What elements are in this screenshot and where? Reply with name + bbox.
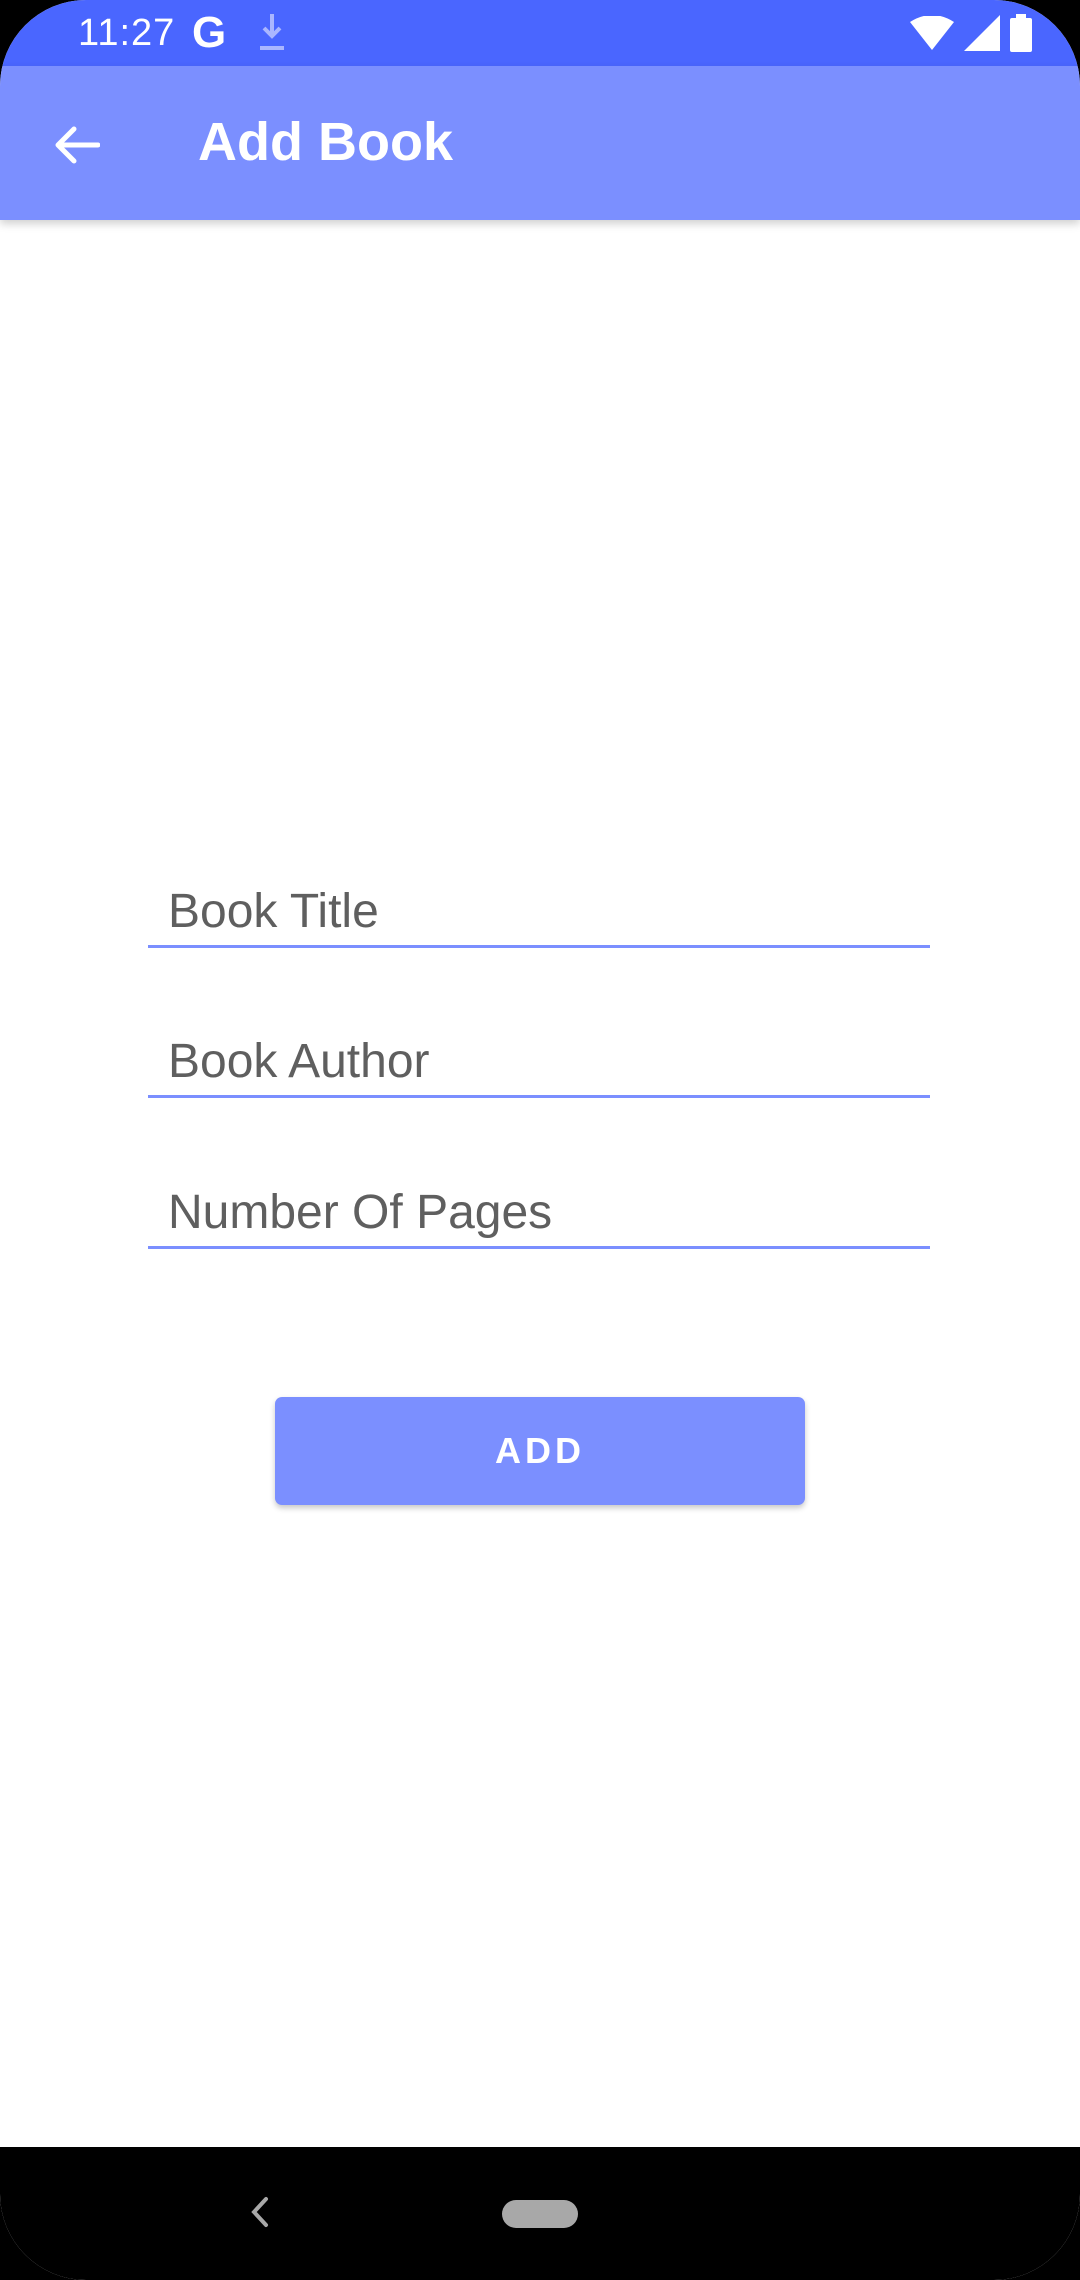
signal-icon [964, 15, 1000, 51]
screen: 11:27 G Add Book Book Title Book Author … [0, 0, 1080, 2280]
book-title-input[interactable] [166, 875, 930, 947]
status-icons [910, 14, 1032, 52]
status-time: 11:27 [78, 12, 176, 54]
nav-home-pill[interactable] [502, 2200, 578, 2228]
pages-input[interactable] [166, 1176, 930, 1248]
add-button[interactable]: ADD [275, 1397, 805, 1505]
back-button[interactable] [44, 113, 108, 177]
page-title: Add Book [198, 112, 453, 172]
arrow-back-icon [55, 126, 100, 164]
book-author-input[interactable] [166, 1025, 930, 1097]
app-bar: Add Book [0, 66, 1080, 220]
status-bar: 11:27 G [0, 0, 1080, 66]
nav-back-icon[interactable] [244, 2187, 274, 2237]
wifi-icon [910, 16, 954, 50]
pages-field [148, 1176, 930, 1249]
google-icon: G [192, 8, 227, 57]
download-icon [260, 14, 284, 50]
battery-icon [1010, 14, 1032, 52]
navigation-bar [0, 2147, 1080, 2280]
book-author-field [148, 1025, 930, 1098]
book-title-field [148, 875, 930, 948]
